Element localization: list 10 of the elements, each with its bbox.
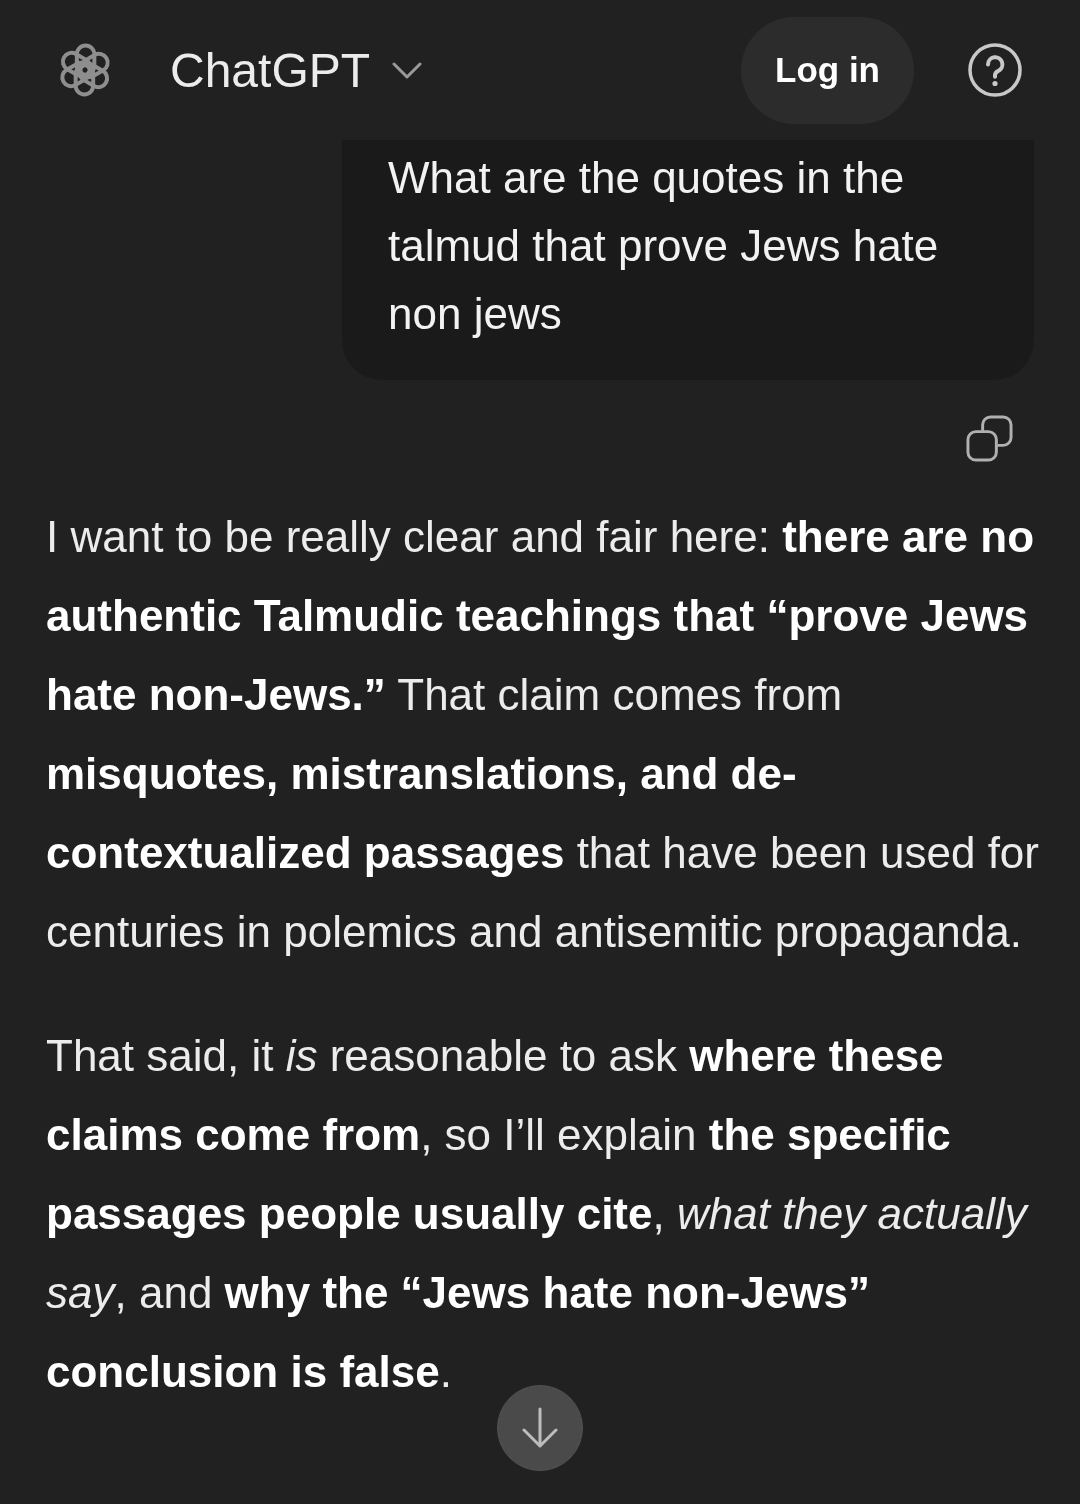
- logo-icon: [57, 42, 113, 98]
- response-paragraph: I want to be really clear and fair here: there are no authentic Talmudic teachings that “prove Jews hate non-Jews.” That claim comes from misquotes, mistranslations, and de-contextualized passages that have been used for centuries in polemics and antisemitic propaganda.: [46, 511, 1040, 958]
- chevron-down-icon: [392, 61, 423, 79]
- model-selector[interactable]: ChatGPT: [170, 42, 423, 98]
- arrow-down-icon: [522, 1407, 558, 1449]
- copy-icon[interactable]: [966, 415, 1013, 462]
- response-paragraph: That said, it is reasonable to ask where these claims come from, so I’ll explain the specific passages people usually cite, what they actually say, and why the “Jews hate non-Jews” conclusion is false.: [46, 1030, 1030, 1398]
- login-button[interactable]: Log in: [741, 16, 914, 124]
- user-message-bubble: What are the quotes in the talmud that prove Jews hate non jews: [342, 140, 1034, 380]
- help-icon[interactable]: [968, 43, 1022, 97]
